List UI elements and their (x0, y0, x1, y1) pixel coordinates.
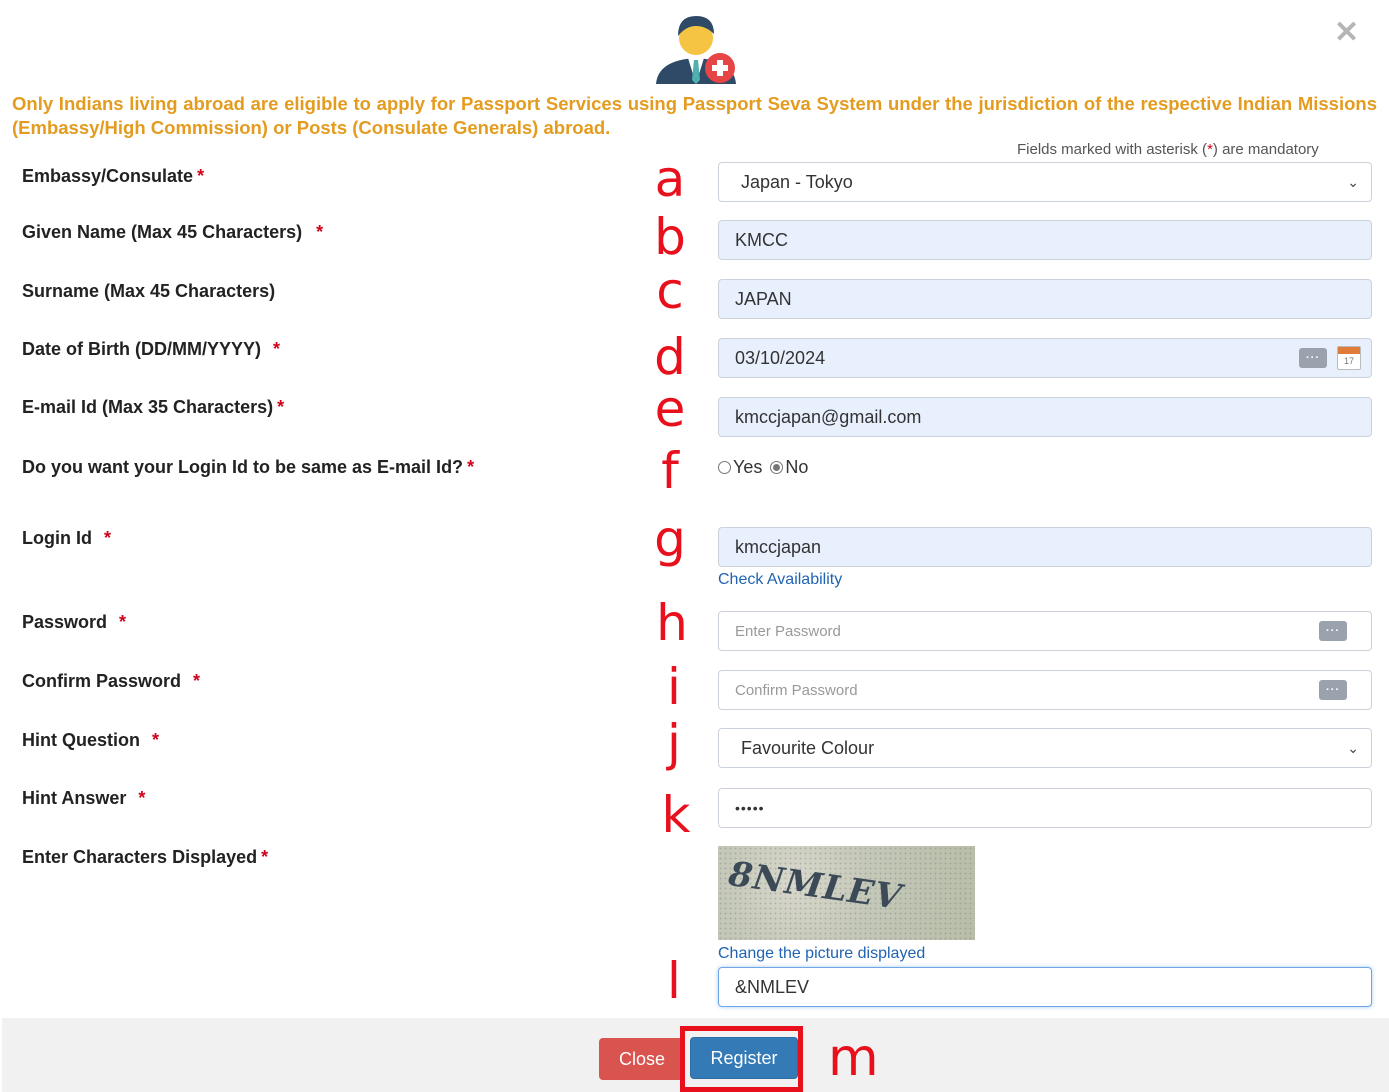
annotation-letter: j (667, 714, 681, 772)
login-id-label-text: Login Id (22, 528, 92, 548)
hint-answer-input[interactable]: ••••• (718, 788, 1372, 828)
surname-label: Surname (Max 45 Characters) (22, 281, 276, 301)
dob-input[interactable]: 03/10/2024 ··· 17 (718, 338, 1372, 378)
radio-yes-label: Yes (733, 457, 763, 477)
email-value: kmccjapan@gmail.com (735, 406, 922, 427)
annotation-letter: i (667, 658, 681, 716)
eligibility-notice: Only Indians living abroad are eligible … (12, 93, 1377, 138)
email-label: E-mail Id (Max 35 Characters) * (22, 397, 284, 418)
captcha-label-text: Enter Characters Displayed (22, 847, 258, 867)
captcha-label: Enter Characters Displayed * (22, 847, 268, 868)
captcha-image: 8NMLEV (718, 846, 975, 940)
required-mark: * (193, 671, 201, 691)
hint-question-select[interactable]: Favourite Colour ⌄ (718, 728, 1372, 768)
captcha-input[interactable]: &NMLEV (718, 967, 1372, 1007)
required-mark: * (316, 222, 324, 242)
required-mark: * (273, 339, 281, 359)
hint-answer-value: ••••• (735, 800, 765, 816)
login-same-label: Do you want your Login Id to be same as … (22, 457, 474, 478)
login-same-radio-group: Yes No (718, 457, 808, 478)
calendar-icon[interactable]: 17 (1337, 346, 1361, 370)
embassy-label: Embassy/Consulate * (22, 166, 204, 187)
password-label: Password * (22, 612, 126, 633)
required-mark: * (138, 788, 146, 808)
confirm-password-label: Confirm Password * (22, 671, 200, 692)
annotation-letter: l (667, 952, 681, 1010)
surname-input[interactable]: JAPAN (718, 279, 1372, 319)
annotation-letter: f (661, 442, 679, 500)
hint-answer-label-text: Hint Answer (22, 788, 127, 808)
mandatory-note-after: ) are mandatory (1212, 141, 1319, 158)
required-mark: * (119, 612, 127, 632)
confirm-password-input[interactable]: Confirm Password ··· (718, 670, 1372, 710)
annotation-letter: k (661, 786, 691, 844)
given-name-label-text: Given Name (Max 45 Characters) (22, 222, 303, 242)
radio-no-label: No (785, 457, 809, 477)
login-id-label: Login Id * (22, 528, 111, 549)
keyboard-icon[interactable]: ··· (1319, 680, 1347, 700)
embassy-select-value: Japan - Tokyo (741, 171, 853, 192)
annotation-letter: d (654, 328, 686, 386)
annotation-letter: c (656, 262, 684, 320)
annotation-letter: a (654, 150, 686, 208)
dob-label: Date of Birth (DD/MM/YYYY) * (22, 339, 280, 360)
login-id-input[interactable]: kmccjapan (718, 527, 1372, 567)
mandatory-note-before: Fields marked with asterisk ( (1017, 141, 1208, 158)
mandatory-note: Fields marked with asterisk (*) are mand… (1017, 141, 1319, 158)
required-mark: * (103, 528, 111, 548)
hint-question-label-text: Hint Question (22, 730, 140, 750)
required-mark: * (277, 397, 285, 417)
keyboard-icon[interactable]: ··· (1319, 621, 1347, 641)
chevron-down-icon: ⌄ (1347, 173, 1359, 190)
register-highlight-box (680, 1026, 803, 1092)
email-label-text: E-mail Id (Max 35 Characters) (22, 397, 274, 417)
dob-value: 03/10/2024 (735, 347, 826, 368)
surname-value: JAPAN (735, 288, 792, 309)
add-user-icon (650, 8, 742, 86)
required-mark: * (152, 730, 160, 750)
hint-question-label: Hint Question * (22, 730, 159, 751)
embassy-select[interactable]: Japan - Tokyo ⌄ (718, 162, 1372, 202)
calendar-icon-day: 17 (1343, 356, 1354, 366)
dob-label-text: Date of Birth (DD/MM/YYYY) (22, 339, 262, 359)
close-icon[interactable]: ✕ (1334, 18, 1359, 48)
radio-no[interactable] (770, 461, 784, 474)
password-input[interactable]: Enter Password ··· (718, 611, 1372, 651)
annotation-letter: b (654, 208, 686, 266)
password-label-text: Password (22, 612, 108, 632)
given-name-label: Given Name (Max 45 Characters) * (22, 222, 323, 243)
chevron-down-icon: ⌄ (1347, 739, 1359, 756)
login-same-label-text: Do you want your Login Id to be same as … (22, 457, 464, 477)
given-name-input[interactable]: KMCC (718, 220, 1372, 260)
required-mark: * (467, 457, 475, 477)
password-placeholder: Enter Password (735, 622, 841, 640)
change-picture-link[interactable]: Change the picture displayed (718, 945, 925, 963)
required-mark: * (197, 166, 205, 186)
given-name-value: KMCC (735, 229, 788, 250)
hint-question-value: Favourite Colour (741, 737, 875, 758)
annotation-letter: g (654, 510, 686, 568)
captcha-input-value: &NMLEV (735, 976, 810, 997)
confirm-password-placeholder: Confirm Password (735, 681, 858, 699)
radio-yes[interactable] (718, 461, 731, 474)
login-id-value: kmccjapan (735, 536, 822, 557)
embassy-label-text: Embassy/Consulate (22, 166, 194, 186)
keyboard-icon[interactable]: ··· (1299, 348, 1327, 368)
annotation-letter: m (828, 1028, 879, 1088)
annotation-letter: h (656, 594, 688, 652)
check-availability-link[interactable]: Check Availability (718, 571, 842, 589)
email-input[interactable]: kmccjapan@gmail.com (718, 397, 1372, 437)
confirm-password-label-text: Confirm Password (22, 671, 182, 691)
required-mark: * (261, 847, 269, 867)
hint-answer-label: Hint Answer * (22, 788, 145, 809)
close-button[interactable]: Close (599, 1038, 685, 1080)
annotation-letter: e (654, 380, 686, 438)
